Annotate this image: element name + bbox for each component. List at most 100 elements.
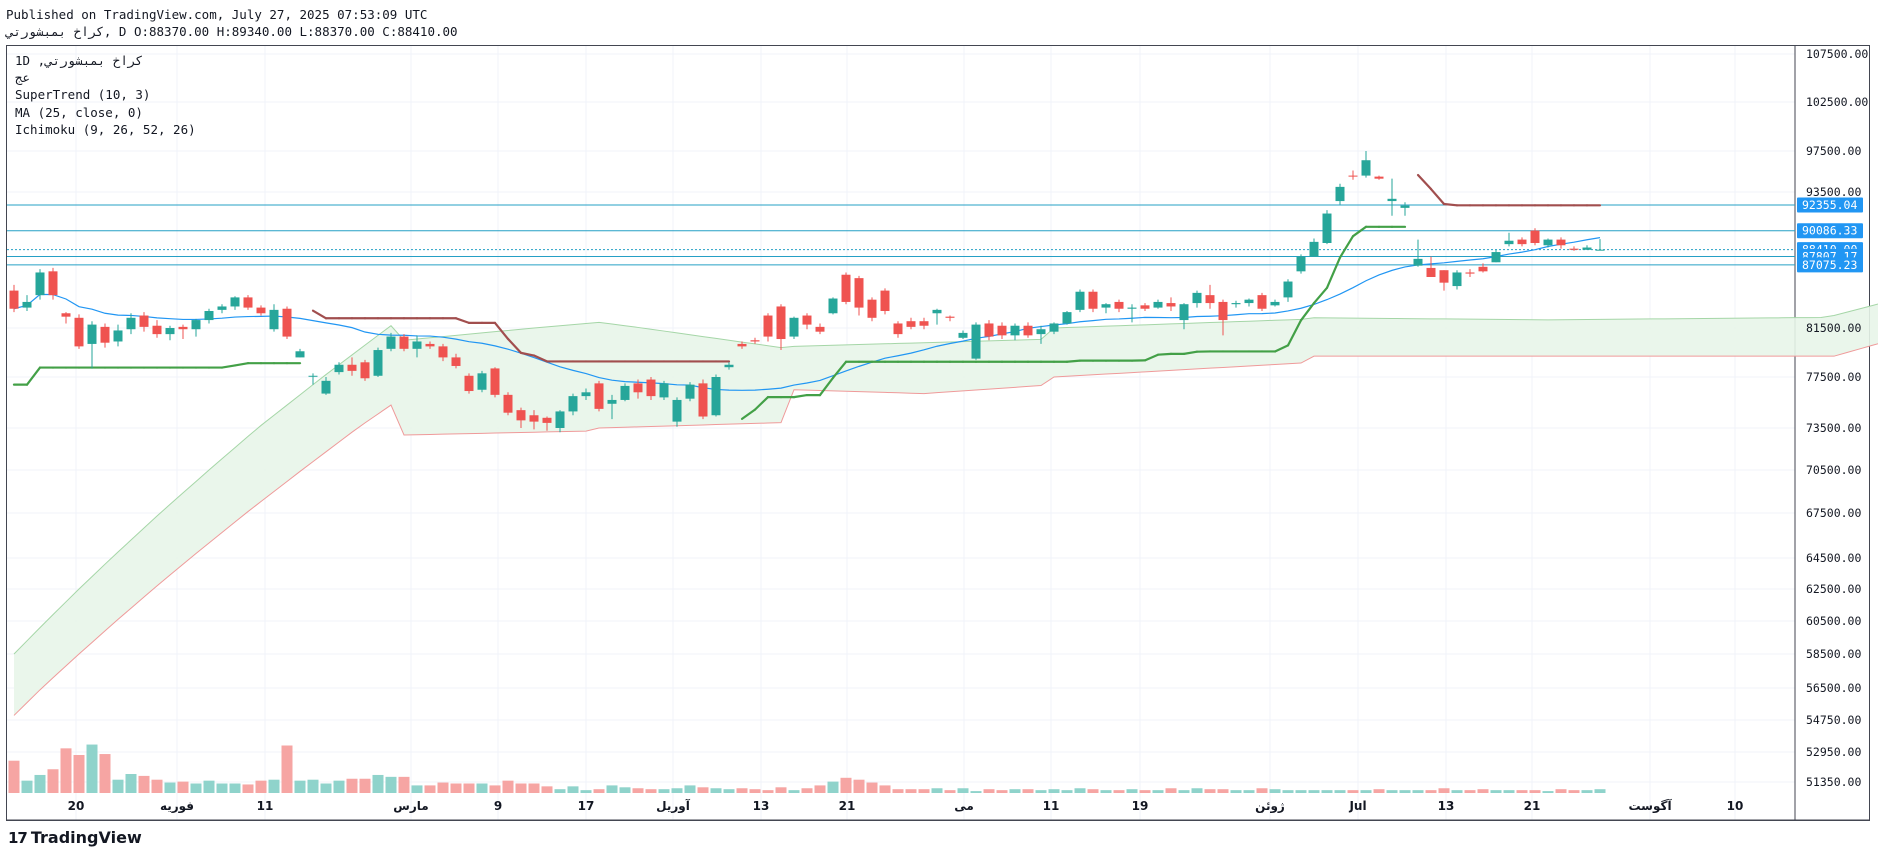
volume-bar-31 (411, 785, 423, 793)
supertrend-segment-61 (792, 393, 809, 399)
volume-bar-46 (606, 785, 618, 793)
candle-body-14 (191, 320, 201, 330)
volume-bar-114 (1490, 790, 1502, 793)
volume-bar-66 (866, 782, 878, 793)
candle-body-80 (1049, 323, 1059, 332)
volume-bar-96 (1256, 788, 1268, 793)
volume-bar-28 (372, 774, 384, 793)
volume-bar-120 (1568, 790, 1580, 793)
volume-bar-5 (73, 755, 85, 793)
candle-body-7 (100, 326, 110, 343)
candle-body-72 (945, 316, 955, 318)
candle-body-26 (347, 364, 357, 371)
candle-body-82 (1075, 291, 1085, 310)
candle-body-64 (841, 274, 851, 302)
candle-body-36 (477, 373, 487, 390)
candle-body-45 (594, 383, 604, 409)
volume-bar-59 (775, 787, 787, 793)
candle-body-51 (672, 399, 682, 422)
volume-bar-54 (710, 788, 722, 793)
candle-body-74 (971, 324, 981, 359)
volume-bar-42 (554, 789, 566, 793)
price-chart[interactable]: 107500.00 102500.00 97500.00 93500.00 81500.… (0, 0, 1878, 858)
y-tick-label-16: 51350.00 (1806, 775, 1861, 789)
candle-body-90 (1179, 304, 1189, 321)
candle-body-112 (1465, 272, 1475, 274)
legend-supertrend[interactable]: SuperTrend (10, 3) (15, 86, 196, 103)
candle-body-5 (74, 317, 84, 347)
candle-body-40 (529, 415, 539, 422)
supertrend-segment-18 (233, 362, 250, 367)
candle-body-50 (659, 383, 669, 398)
volume-bar-36 (476, 783, 488, 793)
candle-body-38 (503, 394, 513, 413)
x-tick-label-5: 17 (578, 799, 595, 813)
y-tick-label-4: 81500.00 (1806, 321, 1861, 335)
candle-body-24 (321, 380, 331, 394)
candle-body-108 (1413, 258, 1423, 266)
candle-body-71 (932, 309, 942, 314)
candle-body-30 (399, 336, 409, 349)
candle-body-77 (1010, 325, 1020, 336)
legend-symbol[interactable]: 1D ,كراخ بمبشورتي (15, 52, 196, 69)
volume-bar-50 (658, 789, 670, 793)
candle-body-103 (1348, 175, 1358, 177)
candle-body-63 (828, 298, 838, 314)
volume-bar-7 (99, 754, 111, 793)
candle-body-22 (295, 351, 305, 358)
volume-bar-102 (1334, 790, 1346, 793)
legend-ichimoku[interactable]: Ichimoku (9, 26, 52, 26) (15, 121, 196, 138)
volume-bar-24 (320, 783, 332, 793)
y-tick-label-7: 70500.00 (1806, 463, 1861, 477)
volume-bar-6 (86, 744, 98, 793)
volume-bar-30 (398, 776, 410, 793)
volume-bar-11 (151, 779, 163, 793)
candle-body-117 (1530, 230, 1540, 243)
volume-bar-105 (1373, 789, 1385, 793)
candle-body-104 (1361, 160, 1371, 176)
volume-bar-78 (1022, 789, 1034, 793)
volume-bar-55 (723, 789, 735, 793)
candle-body-119 (1556, 239, 1566, 246)
volume-bar-122 (1594, 789, 1606, 793)
candle-body-6 (87, 324, 97, 344)
footer-brand[interactable]: 17 TradingView (8, 828, 142, 847)
candle-body-0 (9, 290, 19, 309)
volume-bar-13 (177, 781, 189, 793)
candle-body-102 (1335, 186, 1345, 202)
volume-bar-87 (1139, 790, 1151, 793)
candle-body-35 (464, 375, 474, 392)
candle-body-20 (269, 309, 279, 330)
x-tick-label-8: 21 (839, 799, 856, 813)
candle-body-4 (61, 313, 71, 317)
candle-body-62 (815, 326, 825, 332)
y-tick-label-13: 56500.00 (1806, 681, 1861, 695)
volume-bar-76 (996, 790, 1008, 793)
candle-body-29 (386, 336, 396, 349)
y-tick-label-10: 62500.00 (1806, 582, 1861, 596)
volume-bar-75 (983, 789, 995, 793)
volume-bar-23 (307, 779, 319, 793)
candle-body-78 (1023, 325, 1033, 336)
candle-body-21 (282, 308, 292, 337)
candle-body-70 (919, 321, 929, 326)
price-tag-label-4: 87075.23 (1802, 258, 1857, 272)
volume-bar-35 (463, 783, 475, 793)
volume-bar-109 (1425, 790, 1437, 793)
volume-bar-113 (1477, 789, 1489, 793)
volume-bar-116 (1516, 790, 1528, 793)
candle-body-120 (1569, 248, 1579, 250)
candle-body-91 (1192, 292, 1202, 304)
candle-body-105 (1374, 176, 1384, 179)
y-tick-label-6: 73500.00 (1806, 421, 1861, 435)
volume-bar-8 (112, 779, 124, 793)
candle-body-37 (490, 368, 500, 395)
volume-bar-40 (528, 783, 540, 793)
supertrend-segment-102 (1325, 256, 1342, 289)
candle-body-55 (724, 364, 734, 368)
volume-bar-18 (242, 784, 254, 793)
legend-ma[interactable]: MA (25, close, 0) (15, 104, 196, 121)
candle-body-110 (1439, 270, 1449, 283)
volume-bar-72 (944, 790, 956, 793)
candle-body-31 (412, 341, 422, 349)
